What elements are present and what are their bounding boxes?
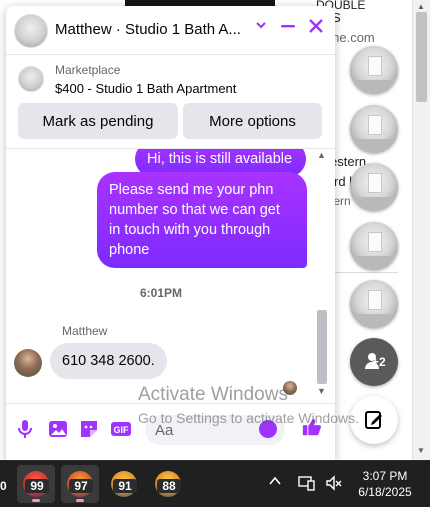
chat-head[interactable]	[350, 105, 398, 153]
emoji-icon[interactable]	[259, 420, 277, 438]
running-indicator	[76, 499, 84, 502]
marketplace-listing[interactable]: Marketplace $400 - Studio 1 Bath Apartme…	[6, 54, 335, 100]
photo-icon[interactable]	[47, 418, 69, 440]
avatar[interactable]	[14, 349, 42, 377]
outgoing-message[interactable]: Please send me your phn number so that w…	[97, 172, 307, 268]
taskbar-app[interactable]: 99	[17, 465, 55, 503]
clock-time: 3:07 PM	[362, 469, 408, 483]
page-scrollbar[interactable]: ▲ ▼	[412, 0, 430, 460]
chat-scrollbar[interactable]: ▲ ▼	[316, 150, 330, 396]
chat-title[interactable]: Matthew · Studio 1 Bath A...	[55, 21, 241, 38]
taskbar-badge: 0	[0, 479, 7, 493]
chat-heads-rail: +2	[350, 0, 400, 460]
taskbar-badge: 88	[157, 479, 181, 493]
taskbar: 0 99 97 91 88 3:07 PM 6/18/2025	[0, 460, 430, 507]
more-options-button[interactable]: More options	[183, 103, 322, 139]
clock-date: 6/18/2025	[358, 485, 412, 499]
gif-icon[interactable]: GIF	[110, 418, 132, 440]
chevron-up-icon[interactable]	[268, 474, 282, 492]
chat-window: Matthew · Studio 1 Bath A... Marketplace…	[6, 6, 335, 460]
avatar[interactable]	[14, 14, 48, 48]
minimize-icon[interactable]	[280, 18, 296, 39]
listing-thumbnail	[18, 66, 44, 92]
marketplace-label: Marketplace	[55, 63, 121, 77]
network-icon[interactable]	[298, 474, 316, 496]
taskbar-app[interactable]: 0	[0, 465, 8, 503]
sender-name: Matthew	[62, 324, 108, 338]
close-icon[interactable]	[308, 18, 324, 39]
mark-as-pending-button[interactable]: Mark as pending	[18, 103, 178, 139]
chevron-down-icon[interactable]	[255, 18, 267, 36]
taskbar-app[interactable]: 88	[149, 465, 187, 503]
more-chats-button[interactable]: +2	[350, 338, 398, 386]
seen-indicator-avatar	[283, 381, 297, 395]
taskbar-badge: 99	[25, 479, 49, 493]
chat-head[interactable]	[350, 163, 398, 211]
sticker-icon[interactable]	[78, 418, 100, 440]
more-count: +2	[372, 355, 386, 369]
like-icon[interactable]	[301, 416, 323, 438]
scroll-up-icon[interactable]: ▲	[417, 2, 425, 11]
running-indicator	[32, 499, 40, 502]
scroll-down-icon[interactable]: ▼	[417, 446, 425, 455]
scrollbar-thumb[interactable]	[317, 310, 327, 384]
taskbar-app[interactable]: 91	[105, 465, 143, 503]
microphone-icon[interactable]	[14, 418, 36, 440]
chat-head[interactable]	[350, 280, 398, 328]
scroll-down-icon[interactable]: ▼	[317, 386, 326, 396]
new-message-button[interactable]	[350, 396, 398, 444]
taskbar-app[interactable]: 97	[61, 465, 99, 503]
message-input-placeholder: Aa	[155, 422, 174, 439]
scrollbar-thumb[interactable]	[416, 12, 427, 102]
scroll-up-icon[interactable]: ▲	[317, 150, 326, 160]
chat-head[interactable]	[350, 46, 398, 94]
chat-head[interactable]	[350, 222, 398, 270]
message-list: Hi, this is still available Please send …	[6, 148, 335, 399]
taskbar-badge: 97	[69, 479, 93, 493]
listing-title: $400 - Studio 1 Bath Apartment	[55, 81, 237, 96]
system-clock[interactable]: 3:07 PM 6/18/2025	[352, 468, 418, 500]
taskbar-badge: 91	[113, 479, 137, 493]
time-separator: 6:01PM	[139, 286, 183, 300]
compose-icon	[365, 411, 382, 429]
message-input[interactable]: Aa	[145, 415, 285, 445]
volume-muted-icon[interactable]	[325, 474, 343, 496]
svg-text:GIF: GIF	[114, 425, 130, 435]
incoming-message[interactable]: 610 348 2600.	[50, 343, 167, 379]
chat-header: Matthew · Studio 1 Bath A...	[6, 6, 335, 55]
message-composer: GIF Aa	[6, 403, 335, 460]
